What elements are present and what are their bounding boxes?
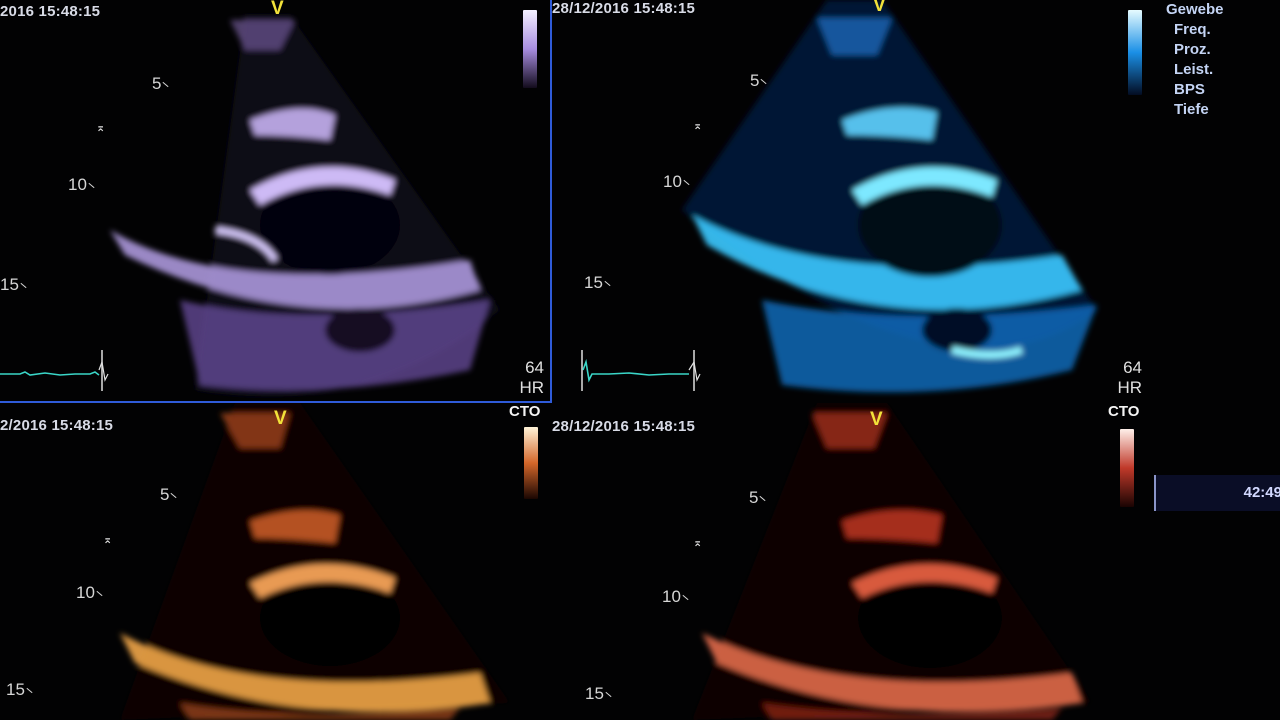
orientation-marker: V	[274, 408, 287, 429]
ultrasound-quad-display: 2016 15:48:15 V 5 ⌅ 10 15 64 HR 28/12/20…	[0, 0, 1280, 720]
focus-marker[interactable]: ⌅	[693, 119, 702, 132]
depth-label-15: 15	[585, 684, 612, 704]
param-depth[interactable]: Tiefe	[1174, 100, 1280, 120]
echo-sector-image	[692, 403, 1092, 720]
param-power[interactable]: Leist.	[1174, 60, 1280, 80]
depth-label-15: 15	[6, 680, 33, 700]
color-map-label: CTO	[509, 403, 541, 420]
color-map-label: CTO	[1108, 403, 1140, 420]
image-panel-top-left[interactable]: 2016 15:48:15 V 5 ⌅ 10 15 64 HR	[0, 0, 552, 403]
heart-rate-value: 64	[1123, 358, 1142, 377]
selected-panel-border	[0, 0, 552, 403]
heart-rate-readout: 64 HR	[1100, 358, 1142, 398]
param-bps[interactable]: BPS	[1174, 80, 1280, 100]
param-frequency[interactable]: Freq.	[1174, 20, 1280, 40]
depth-label-10: 10	[663, 172, 690, 192]
timestamp: 28/12/2016 15:48:15	[552, 0, 696, 17]
color-map-colorbar	[1120, 429, 1134, 507]
depth-label-10: 10	[662, 587, 689, 607]
param-tissue[interactable]: Gewebe	[1166, 0, 1280, 20]
heart-rate-label: HR	[1117, 378, 1142, 397]
ecg-trace	[581, 350, 701, 391]
orientation-marker: V	[873, 0, 886, 16]
image-panel-bottom-right[interactable]: 28/12/2016 15:48:15 V CTO 5 ⌅ 10 15	[552, 403, 1280, 720]
timestamp: 28/12/2016 15:48:15	[552, 418, 696, 435]
depth-label-15: 15	[584, 273, 611, 293]
depth-label-10: 10	[76, 583, 103, 603]
param-processing[interactable]: Proz.	[1174, 40, 1280, 60]
clock-text: 42:49	[1243, 484, 1280, 501]
focus-marker[interactable]: ⌅	[103, 533, 112, 546]
depth-label-5: 5	[160, 485, 177, 505]
clock-display: 42:49	[1154, 475, 1280, 511]
orientation-marker: V	[870, 409, 883, 430]
image-panel-bottom-left[interactable]: 2/2016 15:48:15 V CTO 5 ⌅ 10 15	[0, 403, 552, 720]
depth-label-5: 5	[749, 488, 766, 508]
parameter-menu: Gewebe Freq. Proz. Leist. BPS Tiefe	[1160, 0, 1280, 120]
depth-label-5: 5	[750, 71, 767, 91]
gray-map-colorbar	[1128, 10, 1142, 95]
timestamp: 2/2016 15:48:15	[0, 417, 114, 434]
echo-sector-image	[120, 403, 510, 720]
color-map-colorbar	[524, 427, 538, 499]
focus-marker[interactable]: ⌅	[693, 536, 702, 549]
